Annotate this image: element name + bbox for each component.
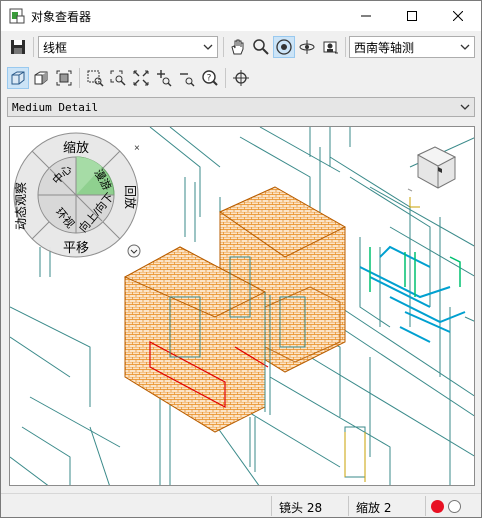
app-icon — [9, 8, 25, 24]
white-status-dot-icon[interactable] — [448, 500, 461, 513]
close-button[interactable] — [435, 1, 481, 31]
wheel-rewind-label[interactable]: 回放 — [123, 185, 138, 209]
constrained-orbit-button[interactable] — [296, 36, 318, 58]
zoom-out-button[interactable] — [176, 67, 198, 89]
pan-button[interactable] — [227, 36, 249, 58]
view-cube-button[interactable] — [7, 67, 29, 89]
ucs-button[interactable] — [230, 67, 252, 89]
lens-status: 镜头 28 — [279, 501, 323, 515]
zoom-out-icon — [180, 73, 195, 87]
chevron-down-icon — [460, 104, 470, 110]
visual-style-value: 线框 — [43, 40, 68, 55]
toolbar-view: ? — [1, 65, 481, 91]
shaded-cube-button[interactable] — [30, 67, 52, 89]
svg-text:?: ? — [207, 74, 212, 84]
orbit-icon — [276, 39, 292, 55]
save-button[interactable] — [7, 36, 29, 58]
camera-button[interactable] — [319, 36, 341, 58]
door-frames — [344, 197, 420, 482]
pan-hand-icon — [231, 39, 244, 55]
zoom-window-icon — [87, 70, 104, 87]
zoom-status: 缩放 2 — [356, 501, 392, 515]
detail-level-select[interactable]: Medium Detail — [7, 97, 475, 117]
status-divider — [425, 496, 426, 516]
wheel-menu-button[interactable] — [127, 244, 141, 258]
camera-icon — [323, 41, 338, 54]
close-icon: × — [134, 143, 140, 154]
zoom-previous-icon: ? — [202, 70, 218, 86]
maximize-button[interactable] — [389, 1, 435, 31]
zoom-in-icon — [157, 70, 172, 87]
separator — [223, 37, 224, 57]
zoom-window-button[interactable] — [84, 67, 106, 89]
model-drawing: 缩放 平移 动态观察 回放 中心 漫游 环视 向上/向下 × — [10, 127, 474, 485]
save-icon — [11, 40, 25, 54]
zoom-extents-icon — [133, 70, 149, 86]
view-value: 西南等轴测 — [354, 40, 415, 55]
zoom-previous-button[interactable]: ? — [199, 67, 221, 89]
zoom-dynamic-button[interactable] — [107, 67, 129, 89]
separator — [345, 37, 346, 57]
orbit-button[interactable] — [273, 36, 295, 58]
chevron-down-icon — [203, 44, 213, 50]
red-status-dot-icon[interactable] — [431, 500, 444, 513]
visual-style-select[interactable]: 线框 — [38, 36, 218, 58]
toolbar-main: 线框 西南等轴测 — [1, 34, 481, 60]
title-bar: 对象查看器 — [1, 1, 481, 31]
3d-viewport[interactable]: 缩放 平移 动态观察 回放 中心 漫游 环视 向上/向下 × — [9, 126, 475, 486]
window-title: 对象查看器 — [31, 10, 92, 24]
ucs-icon — [233, 70, 249, 86]
zoom-in-button[interactable] — [153, 67, 175, 89]
status-bar: 镜头 28 缩放 2 — [1, 493, 481, 517]
zoom-icon — [253, 39, 269, 55]
brick-walls — [123, 186, 347, 433]
zoom-button[interactable] — [250, 36, 272, 58]
close-icon — [453, 11, 463, 21]
minimize-button[interactable] — [343, 1, 389, 31]
wheel-close-button[interactable]: × — [134, 143, 140, 154]
snapshot-button[interactable] — [53, 67, 75, 89]
chevron-down-icon — [460, 44, 470, 50]
view-cube[interactable] — [407, 146, 457, 192]
maximize-icon — [407, 11, 417, 21]
separator — [33, 37, 34, 57]
detail-level-value: Medium Detail — [12, 100, 99, 114]
status-divider — [271, 496, 272, 516]
wheel-zoom-label[interactable]: 缩放 — [63, 140, 89, 155]
wheel-orbit-label[interactable]: 动态观察 — [14, 182, 28, 230]
object-viewer-window: 对象查看器 线框 西南等轴测 ? Medium Detail 缩放 平移 动态观… — [0, 0, 482, 518]
wheel-pan-label[interactable]: 平移 — [63, 240, 89, 255]
view-select[interactable]: 西南等轴测 — [349, 36, 475, 58]
cube-front-icon — [11, 71, 25, 85]
snapshot-icon — [56, 70, 72, 86]
cube-shaded-icon — [34, 71, 48, 85]
zoom-dynamic-icon — [110, 70, 126, 86]
zoom-extents-button[interactable] — [130, 67, 152, 89]
steering-wheel[interactable]: 缩放 平移 动态观察 回放 中心 漫游 环视 向上/向下 × — [13, 132, 141, 258]
minimize-icon — [361, 15, 371, 17]
separator — [79, 68, 80, 88]
constrained-orbit-icon — [299, 40, 315, 54]
status-divider — [348, 496, 349, 516]
separator — [225, 68, 226, 88]
